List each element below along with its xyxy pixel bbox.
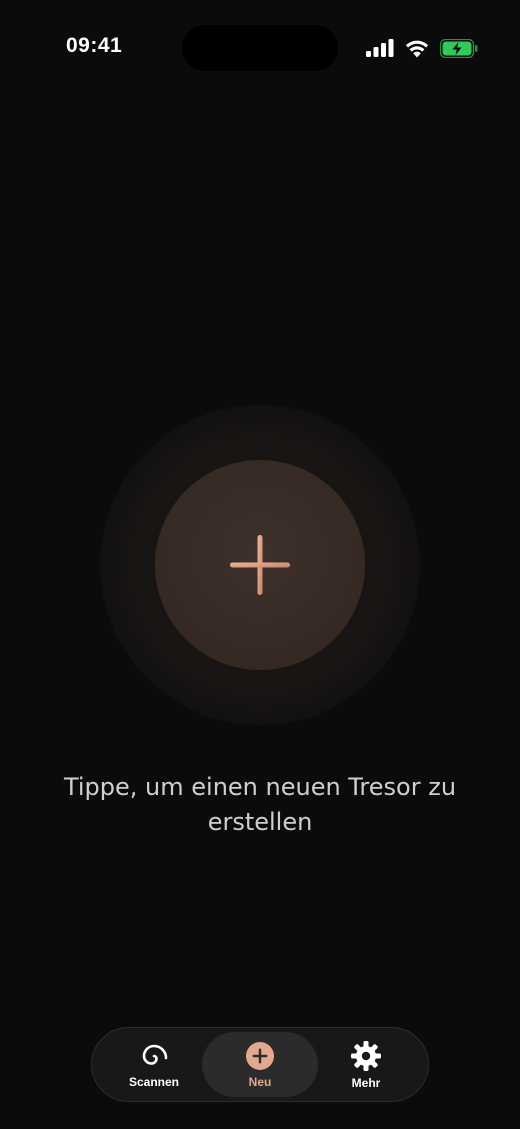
status-icons (366, 36, 478, 60)
plus-circle-icon (245, 1041, 275, 1071)
spiral-icon (139, 1041, 169, 1071)
tab-label-more: Mehr (351, 1075, 381, 1090)
status-time: 09:41 (66, 34, 123, 57)
tab-new[interactable]: Neu (202, 1032, 318, 1097)
tab-label-scan: Scannen (128, 1074, 179, 1089)
tab-label-new: Neu (248, 1074, 272, 1089)
dynamic-island (182, 25, 338, 71)
wifi-icon (404, 39, 430, 58)
cellular-signal-icon (366, 39, 394, 57)
tab-scan[interactable]: Scannen (96, 1032, 212, 1097)
tab-bar: Scannen Neu Mehr (91, 1027, 429, 1102)
create-vault-hint: Tippe, um einen neuen Tresor zu erstelle… (63, 773, 457, 836)
battery-charging-icon (440, 38, 478, 58)
gear-icon (350, 1040, 382, 1072)
create-vault-button[interactable] (155, 460, 365, 670)
tab-more[interactable]: Mehr (308, 1032, 424, 1097)
status-bar: 09:41 (0, 0, 520, 96)
